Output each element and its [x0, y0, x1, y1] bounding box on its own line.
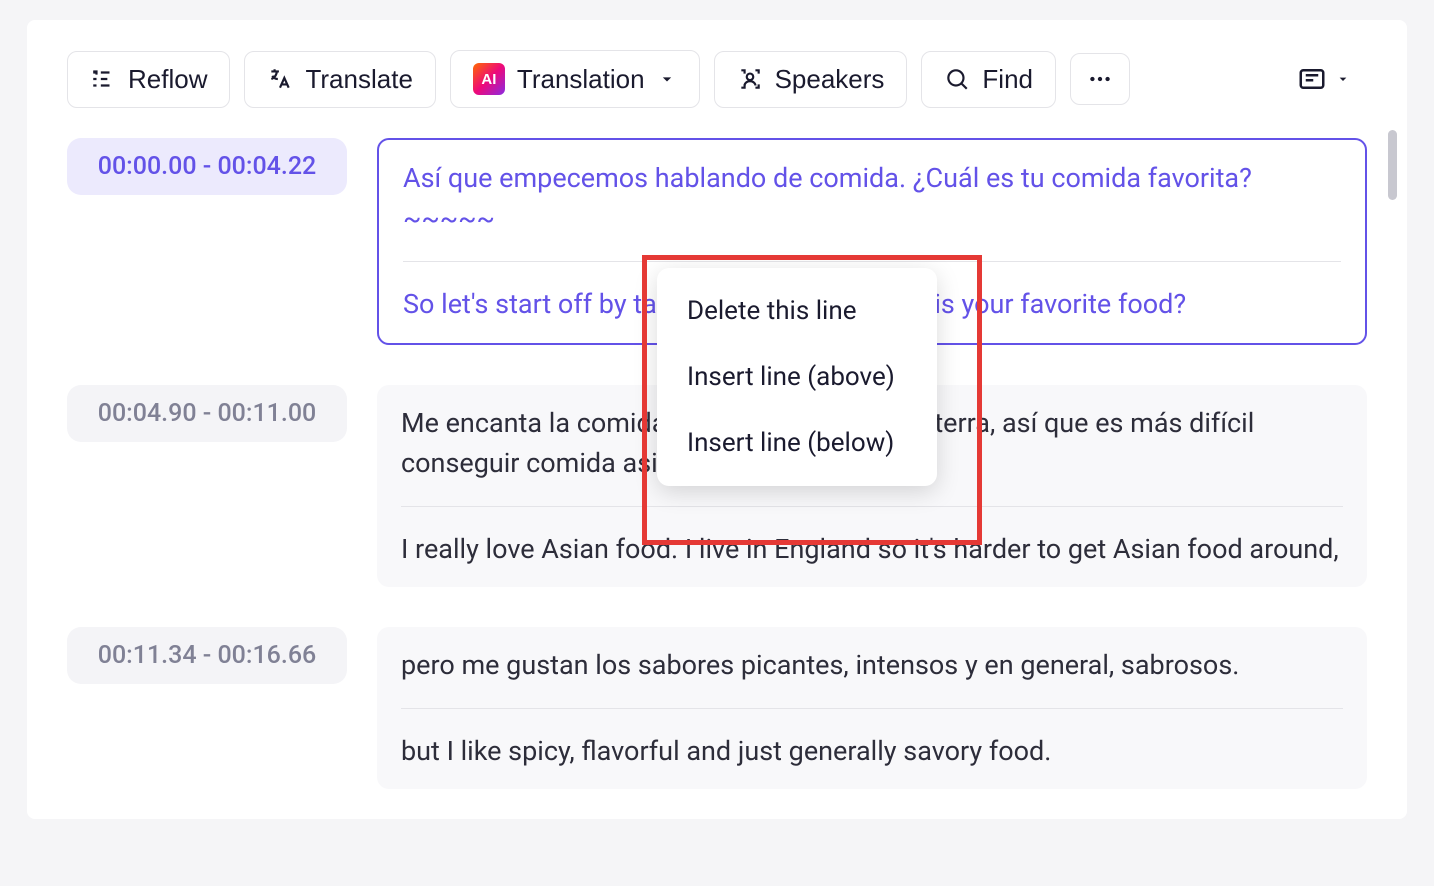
timestamp[interactable]: 00:11.34 - 00:16.66 — [67, 627, 347, 684]
layout-icon — [1297, 64, 1327, 94]
timestamp[interactable]: 00:04.90 - 00:11.00 — [67, 385, 347, 442]
translation-text[interactable]: I really love Asian food. I live in Engl… — [401, 529, 1343, 570]
source-text[interactable]: Así que empecemos hablando de comida. ¿C… — [403, 158, 1341, 239]
transcript-row: 00:11.34 - 00:16.66 pero me gustan los s… — [67, 627, 1367, 789]
timestamp[interactable]: 00:00.00 - 00:04.22 — [67, 138, 347, 195]
transcript-content[interactable]: pero me gustan los sabores picantes, int… — [377, 627, 1367, 789]
find-button[interactable]: Find — [921, 51, 1056, 108]
reflow-label: Reflow — [128, 64, 207, 95]
speakers-label: Speakers — [775, 64, 885, 95]
divider — [401, 506, 1343, 507]
context-menu: Delete this line Insert line (above) Ins… — [657, 268, 937, 486]
reflow-icon — [90, 66, 116, 92]
toolbar: Reflow Translate AI Translation Speakers — [67, 50, 1367, 108]
menu-insert-above[interactable]: Insert line (above) — [657, 344, 937, 410]
more-button[interactable] — [1070, 53, 1130, 105]
ai-icon: AI — [473, 63, 505, 95]
translation-text[interactable]: but I like spicy, flavorful and just gen… — [401, 731, 1343, 772]
chevron-down-icon — [1335, 71, 1351, 87]
layout-dropdown[interactable] — [1281, 52, 1367, 106]
translate-label: Translate — [305, 64, 412, 95]
speakers-icon — [737, 66, 763, 92]
find-label: Find — [982, 64, 1033, 95]
transcript-list: 00:00.00 - 00:04.22 Así que empecemos ha… — [67, 138, 1367, 789]
more-icon — [1087, 66, 1113, 92]
editor-container: Reflow Translate AI Translation Speakers — [27, 20, 1407, 819]
scrollbar-thumb[interactable] — [1388, 130, 1397, 200]
translate-button[interactable]: Translate — [244, 51, 435, 108]
chevron-down-icon — [657, 69, 677, 89]
translate-icon — [267, 66, 293, 92]
source-text[interactable]: pero me gustan los sabores picantes, int… — [401, 645, 1343, 686]
search-icon — [944, 66, 970, 92]
reflow-button[interactable]: Reflow — [67, 51, 230, 108]
menu-delete-line[interactable]: Delete this line — [657, 278, 937, 344]
menu-insert-below[interactable]: Insert line (below) — [657, 410, 937, 476]
translation-label: Translation — [517, 64, 645, 95]
divider — [401, 708, 1343, 709]
translation-dropdown[interactable]: AI Translation — [450, 50, 700, 108]
divider — [403, 261, 1341, 262]
speakers-button[interactable]: Speakers — [714, 51, 908, 108]
